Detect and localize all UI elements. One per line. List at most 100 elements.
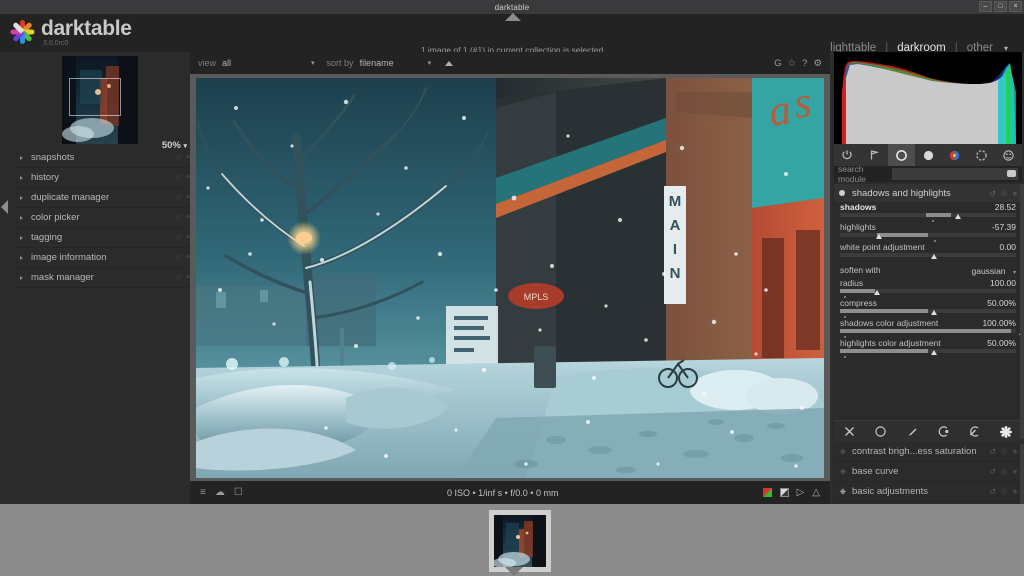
filmstrip-collapse-arrow[interactable] [505,567,523,576]
slider-track[interactable] [840,289,1016,293]
sidebar-item-image-information[interactable]: image information ☉ ≡ [14,248,190,268]
filmstrip[interactable] [0,504,1024,576]
presets-icon[interactable]: ☉ [1001,189,1008,198]
slider-shadows-color-adjustment[interactable]: shadows color adjustment 100.00% [834,318,1022,338]
slider-track[interactable] [840,309,1016,313]
second-window-icon[interactable]: ☐ [234,487,243,498]
slider-track[interactable] [840,253,1016,257]
help-icon[interactable]: ? [802,58,807,69]
slider-track[interactable] [840,233,1016,237]
header-collapse-arrow[interactable] [505,13,521,21]
reset-icon[interactable]: ☉ [176,274,182,282]
sidebar-item-color-picker[interactable]: color picker ☉ ≡ [14,208,190,228]
slider-knob[interactable] [931,350,937,355]
reset-icon[interactable]: ☉ [176,154,182,162]
blend-drawn-mask-icon[interactable] [897,425,928,438]
grouping-icon[interactable]: G [774,58,781,69]
menu-icon[interactable]: ≡ [1013,189,1017,198]
slider-track[interactable] [840,213,1016,217]
sidebar-item-history[interactable]: history ☉ ≡ [14,168,190,188]
reset-icon[interactable]: ↺ [990,467,996,476]
slider-knob[interactable] [955,214,961,219]
slider-radius[interactable]: radius 100.00 [834,278,1022,298]
module-row-base-curve[interactable]: ⎈ base curve ↺☉≡ [834,462,1022,482]
chevron-down-icon[interactable]: ▾ [428,59,432,67]
menu-icon[interactable]: ≡ [1013,447,1017,456]
slider-knob[interactable] [931,310,937,315]
overlays-star-icon[interactable]: ☆ [788,58,797,69]
image-canvas[interactable]: a s M A I N MPLS [190,74,830,481]
slider-knob[interactable] [874,290,880,295]
slider-knob[interactable] [876,234,882,239]
module-power-icon[interactable]: ⎈ [839,487,847,497]
navigation-viewport-frame[interactable] [69,78,121,116]
module-power-icon[interactable]: ⎈ [839,467,847,477]
slider-knob[interactable] [931,254,937,259]
search-module-input[interactable] [892,168,1018,180]
combo-soften-with[interactable]: soften with gaussian ▾ [834,262,1022,278]
softproof-icon[interactable]: ▷ [797,487,805,498]
reset-icon[interactable]: ↺ [990,447,996,456]
correction-group-tab[interactable] [968,144,995,166]
reset-icon[interactable]: ↺ [990,487,996,496]
module-row-basic-adjustments[interactable]: ⎈ basic adjustments ↺☉≡ [834,482,1022,502]
reset-icon[interactable]: ☉ [176,174,182,182]
maximize-button[interactable]: □ [994,1,1007,12]
sort-by-select[interactable]: filename [360,58,394,68]
module-header-shadows-and-highlights[interactable]: shadows and highlights ↺ ☉ ≡ [834,184,1022,202]
favorites-tab[interactable] [861,144,888,166]
blend-parametric-mask-icon[interactable] [928,425,959,438]
tone-group-tab[interactable] [888,144,915,166]
gamut-check-icon[interactable] [763,488,772,497]
blend-drawn-parametric-icon[interactable] [959,425,990,438]
presets-icon[interactable]: ☉ [1001,467,1008,476]
chevron-down-icon[interactable]: ▾ [1013,270,1016,276]
blend-raster-mask-icon[interactable] [991,425,1022,439]
sidebar-item-snapshots[interactable]: snapshots ☉ ≡ [14,148,190,168]
edited-photo[interactable]: a s M A I N MPLS [196,78,824,478]
sidebar-item-duplicate-manager[interactable]: duplicate manager ☉ ≡ [14,188,190,208]
filmstrip-thumbnail[interactable] [489,510,551,572]
blend-off-icon[interactable] [834,425,865,438]
color-group-tab[interactable] [941,144,968,166]
menu-icon[interactable]: ≡ [1013,487,1017,496]
presets-icon[interactable]: ☉ [1001,447,1008,456]
reset-icon[interactable]: ☉ [176,254,182,262]
slider-highlights-color-adjustment[interactable]: highlights color adjustment 50.00% [834,338,1022,358]
right-panel-scrollbar[interactable] [1020,184,1024,439]
filmstrip-toggle-icon[interactable]: ≡ [200,487,206,498]
reset-icon[interactable]: ☉ [176,234,182,242]
active-modules-tab[interactable] [834,144,861,166]
close-button[interactable]: × [1009,1,1022,12]
sidebar-item-tagging[interactable]: tagging ☉ ≡ [14,228,190,248]
module-list-scrollbar[interactable] [1020,444,1024,504]
sidebar-item-mask-manager[interactable]: mask manager ☉ ≡ [14,268,190,288]
reset-icon[interactable]: ☉ [176,194,182,202]
chevron-down-icon[interactable]: ▾ [311,59,315,67]
view-filter-select[interactable]: all [222,58,231,68]
overexposed-icon[interactable]: ☁ [215,487,225,498]
grading-group-tab[interactable] [915,144,942,166]
slider-highlights[interactable]: highlights -57.39 [834,222,1022,242]
presets-icon[interactable]: ☉ [1001,487,1008,496]
blend-uniform-icon[interactable] [865,425,896,438]
histogram[interactable] [834,52,1022,144]
module-row-contrast-brightness-saturation[interactable]: ⎈ contrast brigh...ess saturation ↺☉≡ [834,442,1022,462]
sort-direction-icon[interactable] [445,61,453,66]
minimize-button[interactable]: – [979,1,992,12]
module-power-icon[interactable]: ⎈ [839,447,847,457]
slider-shadows[interactable]: shadows 28.52 [834,202,1022,222]
focus-peaking-icon[interactable]: △ [812,487,820,498]
clear-search-icon[interactable] [1007,170,1016,177]
navigation-thumbnail[interactable] [62,56,138,144]
menu-icon[interactable]: ≡ [1013,467,1017,476]
slider-white-point-adjustment[interactable]: white point adjustment 0.00 [834,242,1022,262]
reset-icon[interactable]: ↺ [990,189,996,198]
left-panel-collapse-arrow[interactable] [1,200,8,214]
slider-compress[interactable]: compress 50.00% [834,298,1022,318]
preferences-gear-icon[interactable]: ⚙ [813,58,822,69]
reset-icon[interactable]: ☉ [176,214,182,222]
slider-track[interactable] [840,349,1016,353]
slider-track[interactable] [840,329,1016,333]
raw-overexposed-icon[interactable] [780,488,789,497]
